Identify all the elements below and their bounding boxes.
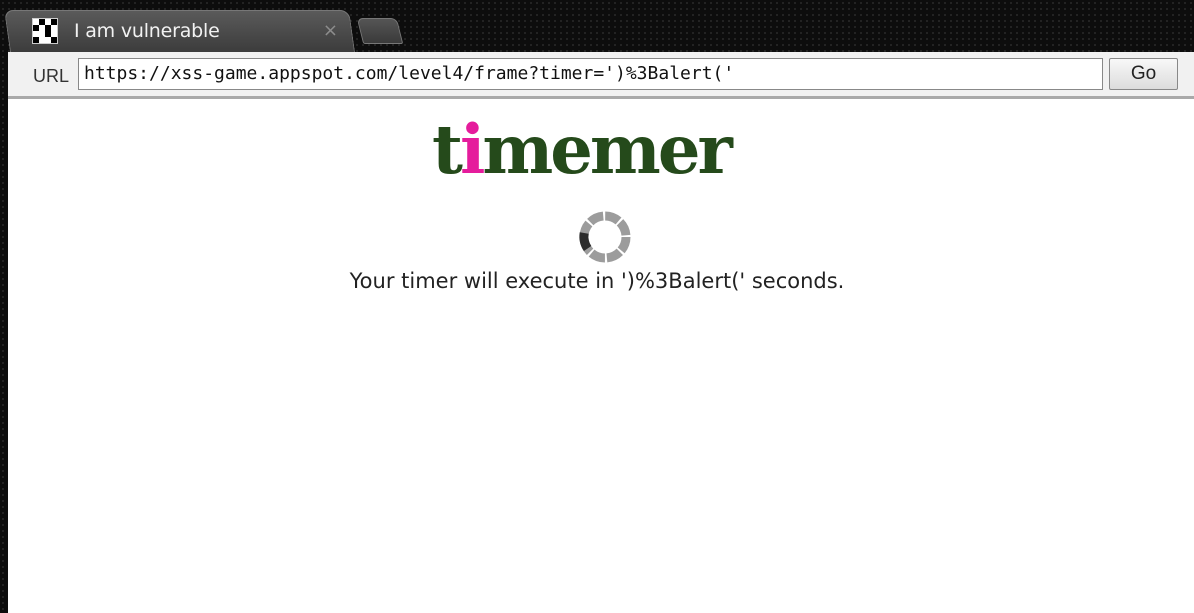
page-content: timemer Your timer will execute in ')%3B… xyxy=(8,99,1194,613)
spinner-ring xyxy=(579,211,631,263)
tab-strip: I am vulnerable × xyxy=(0,0,1194,52)
checkered-favicon-icon xyxy=(32,18,58,44)
url-label: URL xyxy=(33,66,70,86)
new-tab-button[interactable] xyxy=(356,18,404,44)
tab-title: I am vulnerable xyxy=(74,20,220,42)
tab-close-icon[interactable]: × xyxy=(323,20,338,42)
address-toolbar: URL https://xss-game.appspot.com/level4/… xyxy=(8,52,1194,99)
go-button[interactable]: Go xyxy=(1109,58,1178,90)
active-tab-content[interactable]: I am vulnerable × xyxy=(30,10,350,52)
timer-message: Your timer will execute in ')%3Balert(' … xyxy=(349,269,845,293)
browser-window: I am vulnerable × URL https://xss-game.a… xyxy=(0,0,1194,613)
timemer-logo: timemer xyxy=(432,115,784,185)
spinner-dark-segment xyxy=(579,232,592,252)
logo-letter-t: t xyxy=(432,110,463,189)
logo-rest: memer xyxy=(482,110,732,189)
loading-spinner-icon xyxy=(579,211,631,263)
url-input[interactable]: https://xss-game.appspot.com/level4/fram… xyxy=(78,58,1103,90)
logo-letter-i: i xyxy=(459,110,486,189)
